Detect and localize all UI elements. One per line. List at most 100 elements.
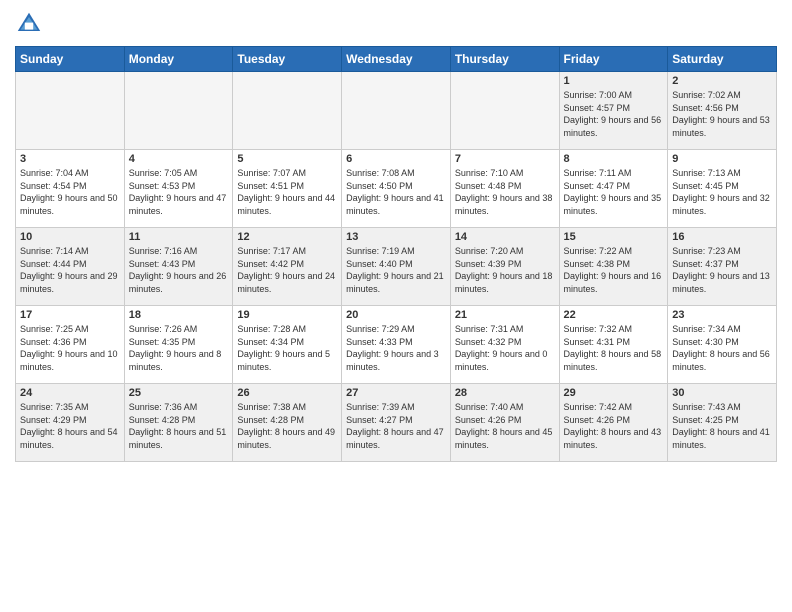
day-number: 25 [129, 387, 229, 399]
day-cell: 16 Sunrise: 7:23 AM Sunset: 4:37 PM Dayli… [668, 228, 777, 306]
day-number: 28 [455, 387, 555, 399]
day-info: Sunrise: 7:38 AM Sunset: 4:28 PM Dayligh… [237, 401, 337, 451]
day-number: 9 [672, 153, 772, 165]
day-cell: 28 Sunrise: 7:40 AM Sunset: 4:26 PM Dayli… [450, 384, 559, 462]
header-thursday: Thursday [450, 47, 559, 72]
day-cell: 14 Sunrise: 7:20 AM Sunset: 4:39 PM Dayli… [450, 228, 559, 306]
day-number: 1 [564, 75, 664, 87]
day-number: 22 [564, 309, 664, 321]
day-info: Sunrise: 7:29 AM Sunset: 4:33 PM Dayligh… [346, 323, 446, 373]
day-number: 29 [564, 387, 664, 399]
header-tuesday: Tuesday [233, 47, 342, 72]
day-number: 17 [20, 309, 120, 321]
day-number: 7 [455, 153, 555, 165]
day-number: 23 [672, 309, 772, 321]
day-info: Sunrise: 7:19 AM Sunset: 4:40 PM Dayligh… [346, 245, 446, 295]
day-cell: 21 Sunrise: 7:31 AM Sunset: 4:32 PM Dayli… [450, 306, 559, 384]
day-info: Sunrise: 7:16 AM Sunset: 4:43 PM Dayligh… [129, 245, 229, 295]
day-info: Sunrise: 7:40 AM Sunset: 4:26 PM Dayligh… [455, 401, 555, 451]
day-info: Sunrise: 7:31 AM Sunset: 4:32 PM Dayligh… [455, 323, 555, 373]
day-number: 18 [129, 309, 229, 321]
day-cell: 17 Sunrise: 7:25 AM Sunset: 4:36 PM Dayli… [16, 306, 125, 384]
day-number: 6 [346, 153, 446, 165]
week-row-4: 24Sunrise: 7:35 AM Sunset: 4:29 PM Dayli… [16, 384, 777, 462]
day-cell [342, 72, 451, 150]
week-row-3: 17 Sunrise: 7:25 AM Sunset: 4:36 PM Dayli… [16, 306, 777, 384]
day-info: Sunrise: 7:00 AM Sunset: 4:57 PM Dayligh… [564, 89, 664, 139]
day-cell: 4 Sunrise: 7:05 AM Sunset: 4:53 PM Daylig… [124, 150, 233, 228]
day-number: 16 [672, 231, 772, 243]
header-saturday: Saturday [668, 47, 777, 72]
day-info: Sunrise: 7:39 AM Sunset: 4:27 PM Dayligh… [346, 401, 446, 451]
calendar-table: SundayMondayTuesdayWednesdayThursdayFrid… [15, 46, 777, 462]
day-info: Sunrise: 7:34 AM Sunset: 4:30 PM Dayligh… [672, 323, 772, 373]
day-cell: 30 Sunrise: 7:43 AM Sunset: 4:25 PM Dayli… [668, 384, 777, 462]
day-cell [124, 72, 233, 150]
logo [15, 10, 47, 38]
week-row-1: 3 Sunrise: 7:04 AM Sunset: 4:54 PM Daylig… [16, 150, 777, 228]
week-row-0: 1 Sunrise: 7:00 AM Sunset: 4:57 PM Daylig… [16, 72, 777, 150]
week-row-2: 10 Sunrise: 7:14 AM Sunset: 4:44 PM Dayli… [16, 228, 777, 306]
header-monday: Monday [124, 47, 233, 72]
day-cell: 19 Sunrise: 7:28 AM Sunset: 4:34 PM Dayli… [233, 306, 342, 384]
day-cell: 25Sunrise: 7:36 AM Sunset: 4:28 PM Dayli… [124, 384, 233, 462]
day-cell: 29 Sunrise: 7:42 AM Sunset: 4:26 PM Dayli… [559, 384, 668, 462]
day-cell: 8Sunrise: 7:11 AM Sunset: 4:47 PM Daylig… [559, 150, 668, 228]
page: SundayMondayTuesdayWednesdayThursdayFrid… [0, 0, 792, 612]
day-cell: 26 Sunrise: 7:38 AM Sunset: 4:28 PM Dayli… [233, 384, 342, 462]
day-cell: 6Sunrise: 7:08 AM Sunset: 4:50 PM Daylig… [342, 150, 451, 228]
day-info: Sunrise: 7:14 AM Sunset: 4:44 PM Dayligh… [20, 245, 120, 295]
day-info: Sunrise: 7:26 AM Sunset: 4:35 PM Dayligh… [129, 323, 229, 373]
day-cell: 3 Sunrise: 7:04 AM Sunset: 4:54 PM Daylig… [16, 150, 125, 228]
day-number: 5 [237, 153, 337, 165]
day-number: 24 [20, 387, 120, 399]
day-number: 2 [672, 75, 772, 87]
calendar-header-row: SundayMondayTuesdayWednesdayThursdayFrid… [16, 47, 777, 72]
day-info: Sunrise: 7:25 AM Sunset: 4:36 PM Dayligh… [20, 323, 120, 373]
day-number: 20 [346, 309, 446, 321]
day-info: Sunrise: 7:32 AM Sunset: 4:31 PM Dayligh… [564, 323, 664, 373]
day-cell: 24Sunrise: 7:35 AM Sunset: 4:29 PM Dayli… [16, 384, 125, 462]
day-cell: 2Sunrise: 7:02 AM Sunset: 4:56 PM Daylig… [668, 72, 777, 150]
day-number: 13 [346, 231, 446, 243]
day-info: Sunrise: 7:17 AM Sunset: 4:42 PM Dayligh… [237, 245, 337, 295]
day-info: Sunrise: 7:05 AM Sunset: 4:53 PM Dayligh… [129, 167, 229, 217]
day-cell: 15Sunrise: 7:22 AM Sunset: 4:38 PM Dayli… [559, 228, 668, 306]
day-info: Sunrise: 7:04 AM Sunset: 4:54 PM Dayligh… [20, 167, 120, 217]
day-cell: 10 Sunrise: 7:14 AM Sunset: 4:44 PM Dayli… [16, 228, 125, 306]
day-info: Sunrise: 7:13 AM Sunset: 4:45 PM Dayligh… [672, 167, 772, 217]
day-info: Sunrise: 7:23 AM Sunset: 4:37 PM Dayligh… [672, 245, 772, 295]
day-number: 11 [129, 231, 229, 243]
day-number: 26 [237, 387, 337, 399]
day-number: 4 [129, 153, 229, 165]
day-info: Sunrise: 7:11 AM Sunset: 4:47 PM Dayligh… [564, 167, 664, 217]
day-cell: 5Sunrise: 7:07 AM Sunset: 4:51 PM Daylig… [233, 150, 342, 228]
day-info: Sunrise: 7:10 AM Sunset: 4:48 PM Dayligh… [455, 167, 555, 217]
day-number: 21 [455, 309, 555, 321]
day-cell [450, 72, 559, 150]
day-info: Sunrise: 7:20 AM Sunset: 4:39 PM Dayligh… [455, 245, 555, 295]
header-wednesday: Wednesday [342, 47, 451, 72]
day-cell: 9 Sunrise: 7:13 AM Sunset: 4:45 PM Daylig… [668, 150, 777, 228]
day-info: Sunrise: 7:43 AM Sunset: 4:25 PM Dayligh… [672, 401, 772, 451]
day-cell: 1 Sunrise: 7:00 AM Sunset: 4:57 PM Daylig… [559, 72, 668, 150]
day-cell: 12 Sunrise: 7:17 AM Sunset: 4:42 PM Dayli… [233, 228, 342, 306]
day-cell [16, 72, 125, 150]
day-info: Sunrise: 7:22 AM Sunset: 4:38 PM Dayligh… [564, 245, 664, 295]
day-number: 19 [237, 309, 337, 321]
day-number: 14 [455, 231, 555, 243]
header-friday: Friday [559, 47, 668, 72]
day-number: 10 [20, 231, 120, 243]
day-cell: 27Sunrise: 7:39 AM Sunset: 4:27 PM Dayli… [342, 384, 451, 462]
day-number: 30 [672, 387, 772, 399]
day-cell [233, 72, 342, 150]
day-cell: 11 Sunrise: 7:16 AM Sunset: 4:43 PM Dayli… [124, 228, 233, 306]
day-number: 12 [237, 231, 337, 243]
day-cell: 22 Sunrise: 7:32 AM Sunset: 4:31 PM Dayli… [559, 306, 668, 384]
day-number: 3 [20, 153, 120, 165]
day-cell: 20 Sunrise: 7:29 AM Sunset: 4:33 PM Dayli… [342, 306, 451, 384]
day-cell: 7 Sunrise: 7:10 AM Sunset: 4:48 PM Daylig… [450, 150, 559, 228]
day-info: Sunrise: 7:28 AM Sunset: 4:34 PM Dayligh… [237, 323, 337, 373]
header [15, 10, 777, 38]
day-info: Sunrise: 7:42 AM Sunset: 4:26 PM Dayligh… [564, 401, 664, 451]
